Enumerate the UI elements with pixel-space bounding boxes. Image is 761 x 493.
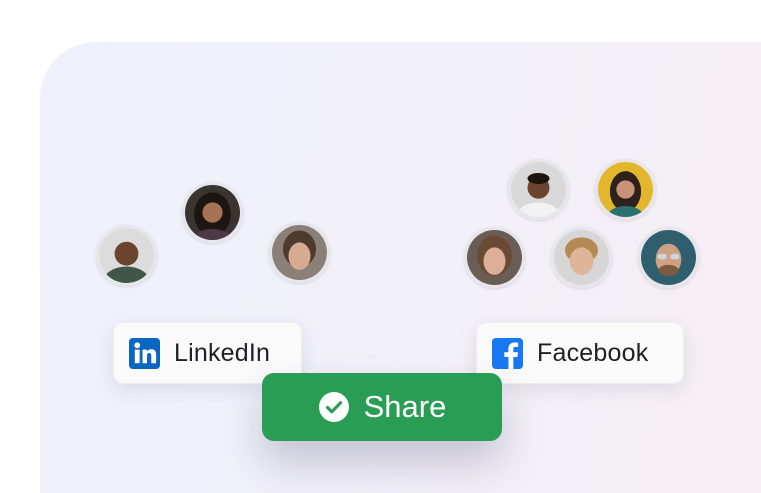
linkedin-label: LinkedIn	[174, 338, 271, 367]
check-circle-icon	[318, 392, 349, 422]
facebook-label: Facebook	[537, 338, 649, 367]
avatar	[269, 222, 330, 283]
share-button[interactable]: Share	[262, 373, 502, 441]
share-label: Share	[363, 389, 447, 424]
avatar	[96, 225, 157, 286]
avatar	[464, 227, 525, 288]
facebook-option[interactable]: Facebook	[476, 322, 684, 384]
avatar	[595, 159, 656, 220]
avatar	[508, 159, 569, 220]
avatar	[551, 227, 612, 288]
facebook-icon	[492, 337, 523, 369]
avatar	[182, 182, 243, 243]
linkedin-icon	[129, 337, 160, 369]
avatar	[638, 227, 699, 288]
